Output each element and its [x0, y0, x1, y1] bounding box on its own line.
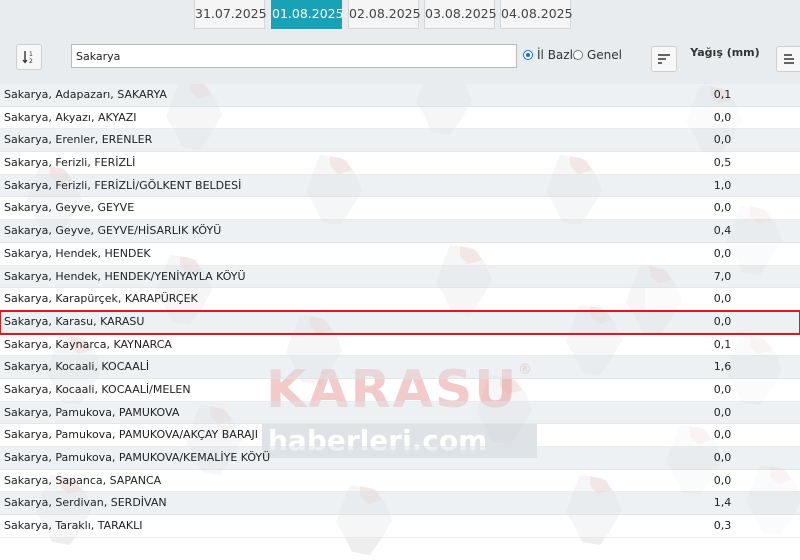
rainfall-cell: 0,0 [713, 428, 732, 442]
table-row[interactable]: Sakarya, Kaynarca, KAYNARCA 0,1 [0, 333, 800, 357]
column-title-rainfall: Yağış (mm) [690, 46, 760, 59]
sort-amount-icon [658, 54, 670, 64]
date-tab-2[interactable]: 02.08.2025 [348, 0, 421, 29]
location-cell: Sakarya, Adapazarı, SAKARYA [4, 88, 167, 101]
rainfall-table: Sakarya, Adapazarı, SAKARYA 0,1 Sakarya, A… [0, 84, 800, 538]
table-row[interactable]: Sakarya, Karasu, KARASU 0,0 [0, 309, 800, 335]
table-row[interactable]: Sakarya, Taraklı, TARAKLI 0,3 [0, 515, 800, 538]
rainfall-cell: 0,0 [713, 110, 732, 124]
table-row[interactable]: Sakarya, Geyve, GEYVE 0,0 [0, 197, 800, 221]
table-row[interactable]: Sakarya, Karapürçek, KARAPÜRÇEK 0,0 [0, 288, 800, 311]
radio-genel-label: Genel [587, 48, 623, 62]
location-cell: Sakarya, Erenler, ERENLER [4, 133, 153, 147]
location-cell: Sakarya, Serdivan, SERDİVAN [4, 496, 167, 510]
location-cell: Sakarya, Akyazı, AKYAZI [4, 110, 137, 124]
location-cell: Sakarya, Geyve, GEYVE/HİSARLIK KÖYÜ [4, 224, 222, 238]
rainfall-cell: 0,0 [713, 473, 732, 487]
rainfall-cell: 0,0 [713, 451, 732, 464]
rainfall-cell: 0,0 [713, 133, 732, 147]
rainfall-cell: 1,4 [713, 496, 732, 510]
sort-value-button[interactable] [651, 46, 677, 72]
location-cell: Sakarya, Pamukova, PAMUKOVA/KEMALİYE KÖY… [4, 451, 271, 464]
rainfall-cell: 7,0 [713, 269, 732, 283]
align-button[interactable] [776, 46, 800, 72]
table-row[interactable]: Sakarya, Akyazı, AKYAZI 0,0 [0, 106, 800, 130]
location-cell: Sakarya, Ferizli, FERİZLİ/GÖLKENT BELDES… [4, 178, 242, 192]
location-cell: Sakarya, Ferizli, FERİZLİ [4, 156, 136, 170]
rainfall-cell: 1,6 [713, 360, 732, 374]
sort-location-button[interactable]: 1 2 [16, 44, 42, 70]
search-input[interactable] [71, 44, 517, 68]
table-row[interactable]: Sakarya, Pamukova, PAMUKOVA/AKÇAY BARAJI… [0, 424, 800, 447]
rainfall-cell: 0,5 [713, 156, 732, 170]
table-row[interactable]: Sakarya, Kocaali, KOCAALİ/MELEN 0,0 [0, 378, 800, 402]
date-tab-0[interactable]: 31.07.2025 [194, 0, 267, 29]
rainfall-cell: 0,0 [713, 314, 732, 328]
rainfall-cell: 0,0 [713, 292, 732, 306]
date-tab-3[interactable]: 03.08.2025 [424, 0, 497, 29]
table-row[interactable]: Sakarya, Geyve, GEYVE/HİSARLIK KÖYÜ 0,4 [0, 220, 800, 243]
table-row[interactable]: Sakarya, Adapazarı, SAKARYA 0,1 [0, 84, 800, 107]
table-row[interactable]: Sakarya, Hendek, HENDEK 0,0 [0, 242, 800, 266]
rainfall-cell: 0,0 [713, 246, 732, 260]
radio-il-bazli-dot[interactable] [523, 50, 533, 60]
table-row[interactable]: Sakarya, Hendek, HENDEK/YENİYAYLA KÖYÜ 7,… [0, 265, 800, 289]
radio-il-bazli-label: İl Bazlı [537, 48, 577, 62]
location-cell: Sakarya, Karasu, KARASU [4, 314, 145, 328]
location-cell: Sakarya, Kaynarca, KAYNARCA [4, 337, 172, 351]
rainfall-cell: 0,0 [713, 405, 732, 419]
table-row[interactable]: Sakarya, Pamukova, PAMUKOVA 0,0 [0, 401, 800, 425]
location-cell: Sakarya, Geyve, GEYVE [4, 201, 135, 215]
table-row[interactable]: Sakarya, Serdivan, SERDİVAN 1,4 [0, 492, 800, 516]
table-row[interactable]: Sakarya, Erenler, ERENLER 0,0 [0, 129, 800, 153]
date-tab-1[interactable]: 01.08.2025 [271, 0, 344, 29]
location-cell: Sakarya, Hendek, HENDEK/YENİYAYLA KÖYÜ [4, 269, 246, 283]
location-cell: Sakarya, Hendek, HENDEK [4, 246, 151, 260]
rainfall-cell: 0,3 [713, 519, 732, 533]
location-cell: Sakarya, Kocaali, KOCAALİ/MELEN [4, 382, 191, 396]
location-cell: Sakarya, Pamukova, PAMUKOVA [4, 405, 180, 419]
table-row[interactable]: Sakarya, Sapanca, SAPANCA 0,0 [0, 469, 800, 493]
svg-text:2: 2 [29, 58, 33, 64]
radio-il-bazli[interactable]: İl Bazlı [523, 48, 576, 62]
location-cell: Sakarya, Sapanca, SAPANCA [4, 473, 162, 487]
sort-align-icon [783, 54, 794, 64]
table-row[interactable]: Sakarya, Kocaali, KOCAALİ 1,6 [0, 356, 800, 379]
sort-asc-numeric-icon: 1 2 [22, 51, 33, 64]
filter-header: 1 2 İl Bazlı Genel Yağış (mm) [0, 32, 800, 84]
rainfall-cell: 0,0 [713, 201, 732, 215]
rainfall-cell: 1,0 [713, 178, 732, 192]
rainfall-cell: 0,0 [713, 382, 732, 396]
svg-text:1: 1 [29, 51, 33, 58]
table-row[interactable]: Sakarya, Ferizli, FERİZLİ/GÖLKENT BELDES… [0, 174, 800, 198]
location-cell: Sakarya, Kocaali, KOCAALİ [4, 360, 150, 374]
location-cell: Sakarya, Karapürçek, KARAPÜRÇEK [4, 292, 198, 306]
location-cell: Sakarya, Taraklı, TARAKLI [4, 519, 143, 533]
location-cell: Sakarya, Pamukova, PAMUKOVA/AKÇAY BARAJI [4, 428, 259, 442]
rainfall-cell: 0,1 [713, 337, 732, 351]
rainfall-cell: 0,1 [713, 88, 732, 101]
radio-genel-dot[interactable] [573, 50, 583, 60]
table-row[interactable]: Sakarya, Ferizli, FERİZLİ 0,5 [0, 152, 800, 175]
rainfall-cell: 0,4 [713, 224, 732, 238]
date-tab-4[interactable]: 04.08.2025 [500, 0, 573, 29]
radio-genel[interactable]: Genel [573, 48, 622, 62]
table-row[interactable]: Sakarya, Pamukova, PAMUKOVA/KEMALİYE KÖY… [0, 447, 800, 470]
date-tab-bar: 31.07.2025 01.08.2025 02.08.2025 03.08.2… [0, 0, 800, 32]
